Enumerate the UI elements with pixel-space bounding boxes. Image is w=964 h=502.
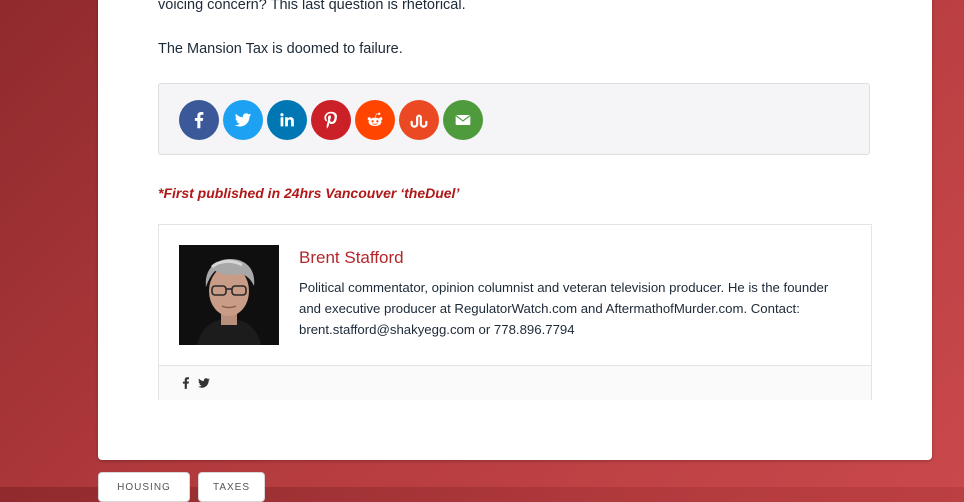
author-name-link[interactable]: Brent Stafford xyxy=(299,248,404,268)
twitter-icon xyxy=(234,113,252,127)
author-facebook-link[interactable] xyxy=(179,376,193,390)
share-bar xyxy=(158,83,870,155)
stumbleupon-icon xyxy=(410,114,428,128)
share-pinterest-button[interactable] xyxy=(311,100,351,140)
share-linkedin-button[interactable] xyxy=(267,100,307,140)
share-stumbleupon-button[interactable] xyxy=(399,100,439,140)
share-facebook-button[interactable] xyxy=(179,100,219,140)
author-portrait xyxy=(179,245,279,345)
author-bio: Political commentator, opinion columnist… xyxy=(299,280,829,337)
share-reddit-button[interactable] xyxy=(355,100,395,140)
author-photo xyxy=(179,245,279,345)
facebook-icon xyxy=(182,377,190,389)
author-twitter-link[interactable] xyxy=(197,376,211,390)
pinterest-icon xyxy=(324,111,337,129)
facebook-icon xyxy=(194,112,204,129)
linkedin-icon xyxy=(280,113,294,127)
reddit-icon xyxy=(367,112,383,127)
article-paragraph: voicing concern? This last question is r… xyxy=(158,0,466,13)
author-box: Brent Stafford Political commentator, op… xyxy=(158,224,872,400)
tag-button-housing[interactable]: HOUSING xyxy=(98,472,190,502)
published-note: *First published in 24hrs Vancouver ‘the… xyxy=(158,185,460,201)
tag-button-taxes[interactable]: TAXES xyxy=(198,472,265,502)
share-email-button[interactable] xyxy=(443,100,483,140)
article-paragraph: The Mansion Tax is doomed to failure. xyxy=(158,41,403,57)
share-buttons xyxy=(179,100,483,140)
share-twitter-button[interactable] xyxy=(223,100,263,140)
twitter-icon xyxy=(198,378,210,388)
email-icon xyxy=(455,114,471,126)
article-card: voicing concern? This last question is r… xyxy=(98,0,932,460)
author-social-bar xyxy=(159,365,871,400)
